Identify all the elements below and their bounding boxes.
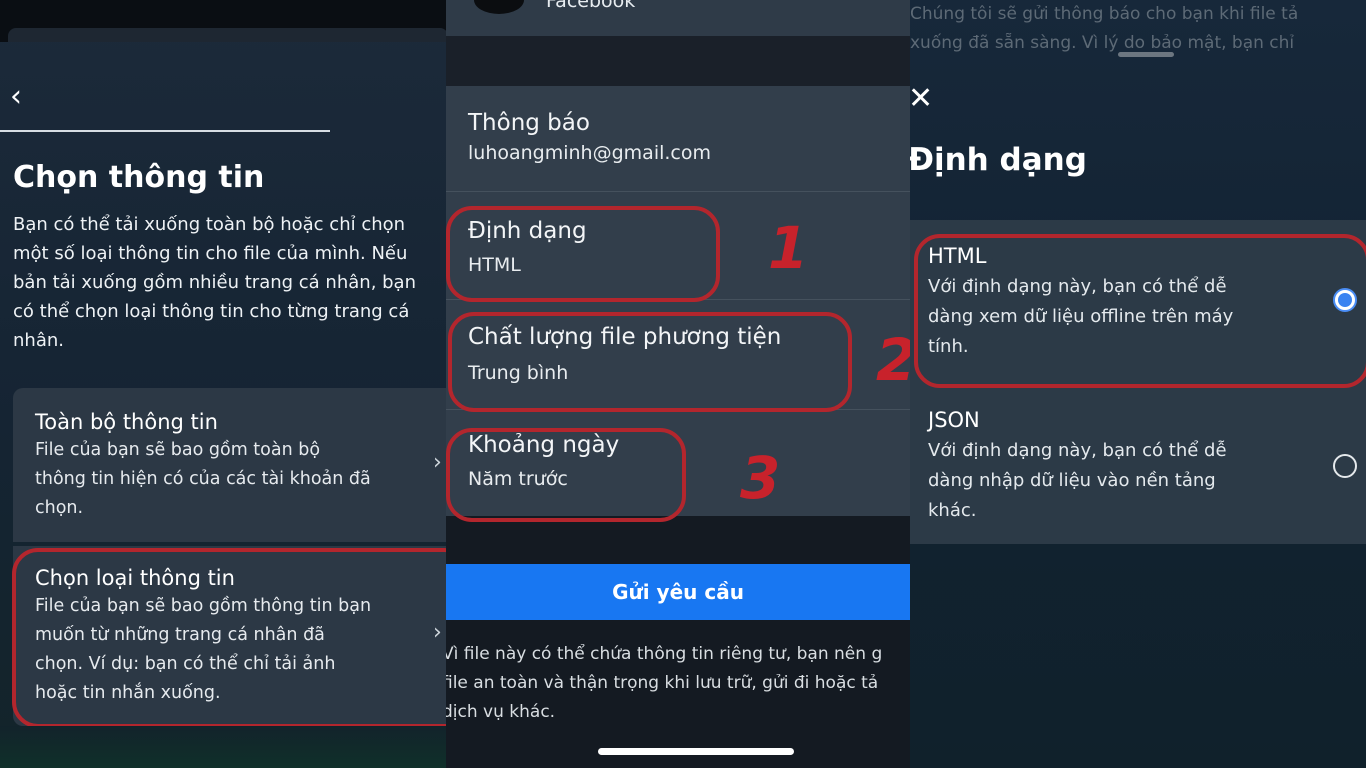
radio-unselected-icon[interactable] xyxy=(1333,454,1357,478)
top-strip xyxy=(0,0,446,42)
sheet-grab-handle[interactable] xyxy=(1118,52,1174,57)
avatar xyxy=(474,0,524,14)
description-line: có thể chọn loại thông tin cho từng tran… xyxy=(13,301,410,322)
note-line: dịch vụ khác. xyxy=(446,702,556,722)
privacy-note: Vì file này có thể chứa thông tin riêng … xyxy=(446,640,910,727)
highlight-outline xyxy=(446,428,686,522)
annotation-number: 1 xyxy=(768,214,809,282)
format-line: dàng nhập dữ liệu vào nền tảng xyxy=(928,470,1216,491)
page-description: Bạn có thể tải xuống toàn bộ hoặc chỉ ch… xyxy=(13,210,446,355)
option-description: File của bạn sẽ bao gồm toàn bộ thông ti… xyxy=(35,436,425,523)
highlight-outline xyxy=(446,206,720,302)
option-line: chọn. xyxy=(35,498,84,518)
format-panel: Chúng tôi sẽ gửi thông báo cho bạn khi f… xyxy=(910,0,1366,768)
annotation-number: 3 xyxy=(740,444,781,512)
background-line: Chúng tôi sẽ gửi thông báo cho bạn khi f… xyxy=(910,4,1299,24)
highlight-outline xyxy=(12,548,446,728)
option-title: Toàn bộ thông tin xyxy=(35,410,218,434)
divider xyxy=(0,130,330,132)
sheet-edge xyxy=(8,28,446,42)
description-line: Bạn có thể tải xuống toàn bộ hoặc chỉ ch… xyxy=(13,214,406,235)
chevron-left-icon[interactable]: ‹ xyxy=(10,82,22,112)
choose-info-panel: ‹ Chọn thông tin Bạn có thể tải xuống to… xyxy=(0,0,446,768)
format-line: khác. xyxy=(928,500,977,521)
account-name: Facebook xyxy=(546,0,636,12)
background-text: Chúng tôi sẽ gửi thông báo cho bạn khi f… xyxy=(910,0,1366,58)
description-line: nhân. xyxy=(13,330,64,351)
setting-notification[interactable]: Thông báo luhoangminh@gmail.com xyxy=(446,86,910,192)
section-gap xyxy=(446,36,910,86)
page-title: Chọn thông tin xyxy=(13,160,265,195)
annotation-number: 2 xyxy=(876,326,910,394)
background-fade xyxy=(0,726,446,768)
format-description: Với định dạng này, bạn có thể dễ dàng nh… xyxy=(928,436,1278,526)
submit-request-button[interactable]: Gửi yêu cầu xyxy=(446,564,910,620)
option-line: thông tin hiện có của các tài khoản đã xyxy=(35,469,371,489)
setting-value: luhoangminh@gmail.com xyxy=(468,142,711,164)
format-name: JSON xyxy=(928,408,980,432)
note-line: Vì file này có thể chứa thông tin riêng … xyxy=(446,644,883,664)
highlight-outline xyxy=(448,312,852,412)
setting-label: Thông báo xyxy=(468,110,590,136)
description-line: một số loại thông tin cho file của mình.… xyxy=(13,243,408,264)
close-icon[interactable]: ✕ xyxy=(910,84,933,114)
note-line: file an toàn và thận trọng khi lưu trữ, … xyxy=(446,673,879,693)
request-settings-panel: Facebook Thông báo luhoangminh@gmail.com… xyxy=(446,0,910,768)
page-title: Định dạng xyxy=(910,142,1087,178)
option-all-info[interactable]: Toàn bộ thông tin File của bạn sẽ bao gồ… xyxy=(13,388,446,542)
highlight-outline xyxy=(914,234,1366,388)
home-indicator xyxy=(598,748,794,755)
format-line: Với định dạng này, bạn có thể dễ xyxy=(928,440,1227,461)
section-gap xyxy=(446,516,910,564)
account-row[interactable]: Facebook xyxy=(446,0,910,36)
option-line: File của bạn sẽ bao gồm toàn bộ xyxy=(35,440,321,460)
format-option-json[interactable]: JSON Với định dạng này, bạn có thể dễ dà… xyxy=(910,384,1366,544)
description-line: bản tải xuống gồm nhiều trang cá nhân, b… xyxy=(13,272,416,293)
chevron-right-icon: › xyxy=(433,450,442,475)
